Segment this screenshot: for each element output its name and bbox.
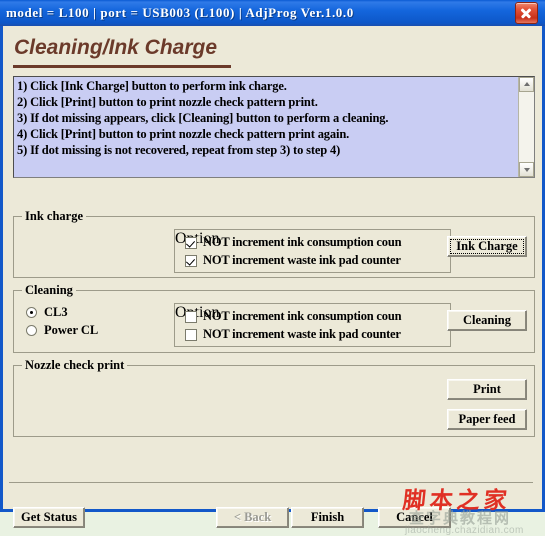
window-title: model = L100 | port = USB003 (L100) | Ad… xyxy=(6,5,354,20)
instructions-list: 1) Click [Ink Charge] button to perform … xyxy=(17,78,517,158)
page-title-underline xyxy=(13,65,231,68)
radio-label: Power CL xyxy=(44,323,99,337)
paper-feed-button[interactable]: Paper feed xyxy=(447,409,527,430)
ink-charge-option-row[interactable]: NOT increment waste ink pad counter xyxy=(185,253,447,268)
ink-charge-button-label: Ink Charge xyxy=(456,239,518,253)
ink-charge-option-group: Option NOT increment ink consumption cou… xyxy=(174,229,451,273)
checkbox-not-increment-ink-consumption[interactable] xyxy=(185,310,197,323)
scroll-up-icon[interactable] xyxy=(519,77,534,92)
back-button-label: < Back xyxy=(233,510,272,524)
print-button-label: Print xyxy=(473,382,501,396)
cleaning-mode-power-cl[interactable]: Power CL xyxy=(26,323,98,338)
cancel-button[interactable]: Cancel xyxy=(378,507,451,528)
instructions-panel: 1) Click [Ink Charge] button to perform … xyxy=(13,76,535,178)
ink-charge-group-label: Ink charge xyxy=(22,209,86,224)
get-status-button[interactable]: Get Status xyxy=(13,507,85,528)
nozzle-check-group-label: Nozzle check print xyxy=(22,358,128,373)
instructions-scrollbar[interactable] xyxy=(518,77,534,177)
cleaning-option-group: Option NOT increment ink consumption cou… xyxy=(174,303,451,347)
footer-divider xyxy=(9,482,533,483)
cleaning-mode-cl3[interactable]: CL3 xyxy=(26,305,68,320)
close-icon[interactable] xyxy=(515,2,538,24)
radio-power-cl[interactable] xyxy=(26,325,37,336)
instruction-line: 4) Click [Print] button to print nozzle … xyxy=(17,127,350,141)
finish-button[interactable]: Finish xyxy=(291,507,364,528)
checkbox-label: NOT increment ink consumption coun xyxy=(203,235,402,249)
checkbox-label: NOT increment ink consumption coun xyxy=(203,309,402,323)
ink-charge-button[interactable]: Ink Charge xyxy=(447,236,527,257)
checkbox-label: NOT increment waste ink pad counter xyxy=(203,253,401,267)
back-button: < Back xyxy=(216,507,289,528)
radio-cl3[interactable] xyxy=(26,307,37,318)
instruction-line: 2) Click [Print] button to print nozzle … xyxy=(17,95,318,109)
cleaning-group-label: Cleaning xyxy=(22,283,76,298)
instruction-line: 3) If dot missing appears, click [Cleani… xyxy=(17,111,389,125)
checkbox-not-increment-waste-ink-pad[interactable] xyxy=(185,254,197,267)
paper-feed-button-label: Paper feed xyxy=(458,412,516,426)
instruction-line: 5) If dot missing is not recovered, repe… xyxy=(17,143,341,157)
cleaning-option-row[interactable]: NOT increment waste ink pad counter xyxy=(185,327,447,342)
get-status-button-label: Get Status xyxy=(21,510,77,524)
scroll-down-icon[interactable] xyxy=(519,162,534,177)
cleaning-button-label: Cleaning xyxy=(463,313,511,327)
cleaning-option-row[interactable]: NOT increment ink consumption coun xyxy=(185,309,447,324)
adjprog-window: model = L100 | port = USB003 (L100) | Ad… xyxy=(0,0,545,536)
cancel-button-label: Cancel xyxy=(396,510,433,524)
title-bar: model = L100 | port = USB003 (L100) | Ad… xyxy=(0,0,545,26)
checkbox-not-increment-waste-ink-pad[interactable] xyxy=(185,328,197,341)
ink-charge-option-row[interactable]: NOT increment ink consumption coun xyxy=(185,235,447,250)
page-title: Cleaning/Ink Charge xyxy=(14,36,218,59)
checkbox-label: NOT increment waste ink pad counter xyxy=(203,327,401,341)
client-area: Cleaning/Ink Charge 1) Click [Ink Charge… xyxy=(0,26,545,536)
scrollbar-track[interactable] xyxy=(519,92,534,162)
cleaning-button[interactable]: Cleaning xyxy=(447,310,527,331)
finish-button-label: Finish xyxy=(310,510,345,524)
radio-label: CL3 xyxy=(44,305,68,319)
instruction-line: 1) Click [Ink Charge] button to perform … xyxy=(17,79,287,93)
print-button[interactable]: Print xyxy=(447,379,527,400)
checkbox-not-increment-ink-consumption[interactable] xyxy=(185,236,197,249)
